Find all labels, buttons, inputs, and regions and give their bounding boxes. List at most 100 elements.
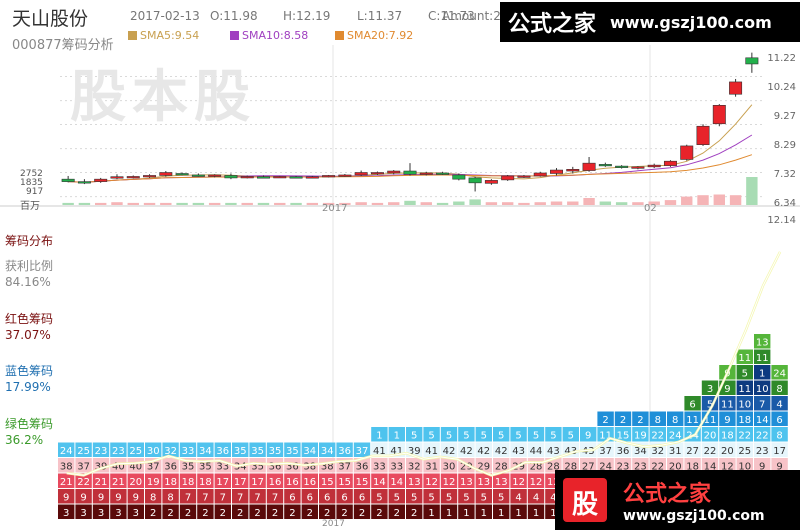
chip-cell-value: 9 [80, 493, 86, 504]
candle-body [126, 176, 140, 179]
chip-cell-value: 9 [724, 415, 730, 426]
chip-cell-value: 20 [721, 446, 734, 457]
chip-cell-value: 6 [341, 493, 347, 504]
chip-cell-value: 35 [182, 462, 195, 473]
candle-body [208, 174, 222, 177]
chip-cell-value: 21 [60, 477, 73, 488]
chip-cell-value: 4 [776, 400, 782, 411]
profit-ratio-label: 获利比例 [5, 259, 54, 273]
chip-distribution-title: 筹码分布 [5, 234, 54, 248]
chip-cell-value: 37 [356, 446, 369, 457]
chip-cell-value: 5 [463, 431, 469, 442]
chip-cell-value: 33 [182, 446, 195, 457]
profit-line [66, 251, 782, 477]
volume-bar [127, 202, 139, 205]
chip-cell-value: 2 [376, 508, 382, 519]
chip-cell-value: 37 [599, 446, 612, 457]
candle-body [468, 177, 482, 184]
volume-bar [501, 202, 514, 205]
blue-chips-label: 蓝色筹码 [5, 364, 54, 378]
chip-cell-value: 36 [617, 446, 630, 457]
chip-cell-value: 2 [254, 508, 260, 519]
chip-cell-value: 35 [251, 446, 264, 457]
volume-bar [78, 202, 91, 205]
chip-cell-value: 19 [147, 477, 160, 488]
candle-body [501, 175, 515, 181]
sma10-label: SMA10:8.58 [242, 29, 309, 42]
chip-cell-value: 11 [686, 415, 699, 426]
profit-line-glow [66, 251, 782, 477]
chip-cell-value: 24 [60, 446, 73, 457]
volume-bar [567, 201, 579, 205]
chip-cell-value: 2 [620, 415, 626, 426]
chip-cell-value: 30 [443, 462, 456, 473]
chip-cell-value: 42 [443, 446, 456, 457]
candle-body [257, 176, 270, 179]
brand-url-top: www.gszj100.com [610, 12, 772, 32]
candle-body [533, 172, 547, 177]
chip-cell-value: 1 [463, 508, 469, 519]
chip-cell-value: 21 [95, 477, 108, 488]
candle-body [159, 172, 173, 176]
chip-cell-value: 7 [237, 493, 243, 504]
chip-cell-value: 4 [533, 493, 539, 504]
chip-cell-value: 1 [428, 508, 434, 519]
candle-body [517, 175, 531, 178]
chip-cell-value: 14 [373, 477, 386, 488]
chip-cell-value: 8 [167, 493, 173, 504]
chip-cell-value: 1 [376, 431, 382, 442]
chip-cell-value: 1 [446, 508, 452, 519]
chip-cell-value: 7 [220, 493, 226, 504]
volume-bar [95, 202, 107, 205]
volume-bar [274, 202, 286, 205]
chip-cell-value: 7 [202, 493, 208, 504]
sma5-swatch-icon [128, 31, 137, 40]
volume-bar [257, 202, 270, 205]
chip-cell-value: 6 [307, 493, 313, 504]
volume-bar [111, 202, 123, 205]
candle-body [354, 172, 368, 176]
candle-body [338, 174, 352, 177]
chip-cell-value: 12 [443, 477, 456, 488]
green-chips-value: 36.2% [5, 433, 44, 447]
chip-cell-value: 37 [338, 462, 351, 473]
chip-cell-value: 5 [428, 493, 434, 504]
candle-body [143, 175, 157, 178]
candle-body [94, 178, 108, 182]
green-chips-label: 绿色筹码 [5, 417, 54, 431]
chip-cell-value: 1 [759, 369, 765, 380]
chip-cell-value: 44 [530, 446, 543, 457]
chip-cell-value: 16 [286, 477, 299, 488]
chip-cell-value: 2 [150, 508, 156, 519]
chip-cell-value: 13 [460, 477, 473, 488]
chip-cell-value: 5 [411, 493, 417, 504]
chip-cell-value: 12 [425, 477, 438, 488]
chip-cell-value: 34 [321, 446, 334, 457]
chip-cell-value: 18 [738, 415, 751, 426]
chip-cell-value: 15 [338, 477, 351, 488]
volume-bar [176, 202, 188, 205]
chip-cell-value: 14 [756, 415, 769, 426]
chip-cell-value: 5 [550, 431, 556, 442]
candle-body [370, 172, 384, 175]
price-axis-label: 8.29 [773, 140, 796, 151]
candle-body [598, 164, 612, 167]
chip-cell-value: 5 [411, 431, 417, 442]
price-axis-label: 11.22 [767, 53, 796, 64]
volume-bar [436, 202, 449, 205]
chip-cell-value: 11 [738, 384, 751, 395]
chip-cell-value: 10 [756, 384, 769, 395]
chip-cell-value: 18 [199, 477, 212, 488]
volume-bar [160, 202, 172, 205]
chip-cell-value: 9 [115, 493, 121, 504]
chip-cell-value: 42 [477, 446, 490, 457]
volume-bar [355, 202, 367, 205]
chip-cell-value: 19 [634, 431, 647, 442]
chip-cell-value: 9 [585, 431, 591, 442]
volume-bars [62, 177, 758, 205]
chip-cell-value: 36 [216, 446, 229, 457]
candle-body [582, 162, 596, 171]
candle-body [696, 125, 710, 145]
x-axis-label-02: 02 [644, 203, 657, 214]
candle-body [729, 81, 743, 95]
